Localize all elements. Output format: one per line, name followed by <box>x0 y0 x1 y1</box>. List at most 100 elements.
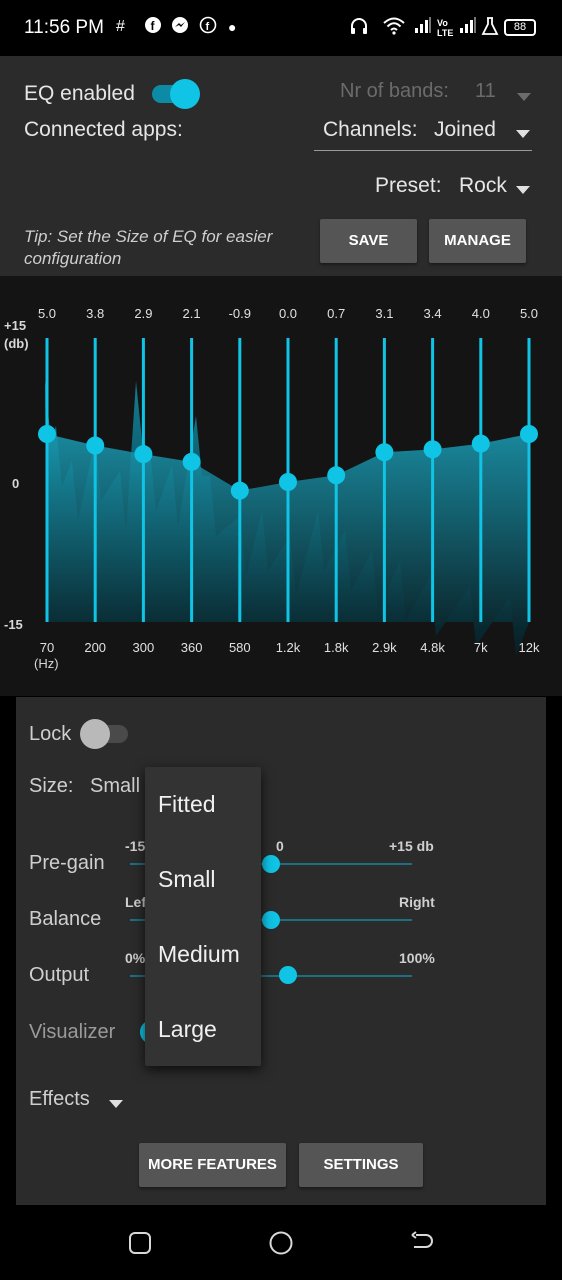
output-label: Output <box>29 964 90 986</box>
balance-slider-thumb[interactable] <box>262 911 280 929</box>
size-value[interactable]: Small <box>90 775 140 798</box>
eq-band-frequency-label: 300 <box>133 640 155 655</box>
back-icon[interactable] <box>408 1231 434 1255</box>
channels-chevron-down-icon[interactable] <box>516 125 530 143</box>
eq-band-frequency-label: 360 <box>181 640 203 655</box>
nr-of-bands-chevron-down-icon[interactable] <box>517 88 531 106</box>
eq-band-handle[interactable] <box>327 466 346 485</box>
size-option-small[interactable]: Small <box>158 866 216 893</box>
facebook-icon: f <box>144 16 162 41</box>
channels-label: Channels: <box>323 118 418 141</box>
eq-band-frequency-label: 1.8k <box>324 640 349 655</box>
y-axis-mid-label: 0 <box>12 476 19 491</box>
pregain-mid-label: 0 <box>276 838 284 854</box>
eq-band-handle[interactable] <box>375 443 394 462</box>
nr-of-bands-value[interactable]: 11 <box>475 80 496 103</box>
preset-label: Preset: <box>375 174 442 197</box>
eq-band-handle[interactable] <box>38 425 56 443</box>
eq-band-gain-label: 0.7 <box>327 306 345 321</box>
volte-icon: Vo LTE <box>437 18 454 38</box>
size-label: Size: <box>29 775 74 797</box>
hash-icon: # <box>116 18 125 35</box>
preset-value[interactable]: Rock <box>459 174 507 198</box>
save-button[interactable]: SAVE <box>320 219 417 263</box>
eq-enabled-toggle[interactable] <box>152 79 202 109</box>
eq-band-gain-label: 2.1 <box>183 306 201 321</box>
eq-band-handle[interactable] <box>86 436 105 455</box>
lock-label: Lock <box>29 723 72 745</box>
size-option-large[interactable]: Large <box>158 1016 217 1043</box>
output-max-label: 100% <box>399 950 435 966</box>
eq-band-handle[interactable] <box>182 452 201 471</box>
balance-label: Balance <box>29 908 102 930</box>
eq-band-gain-label: 5.0 <box>38 306 56 321</box>
controls-panel <box>16 697 546 1205</box>
eq-enabled-label: EQ enabled <box>24 82 135 105</box>
y-axis-top-label: +15 <box>4 318 26 333</box>
signal-icon <box>459 16 477 41</box>
pregain-slider-thumb[interactable] <box>262 855 280 873</box>
connected-apps-label[interactable]: Connected apps: <box>24 118 183 142</box>
eq-band-gain-label: 2.9 <box>134 306 152 321</box>
status-bar: 11:56 PM # f f ● Vo LTE 88 <box>0 0 562 56</box>
tip-text: Tip: Set the Size of EQ for easier confi… <box>24 227 273 268</box>
svg-text:f: f <box>206 21 210 33</box>
y-axis-unit-label: (db) <box>4 336 29 351</box>
channels-select-underline <box>314 150 532 151</box>
effects-chevron-down-icon[interactable] <box>109 1095 123 1113</box>
equalizer-graph: 5.0 70 3.8 200 2.9 300 2.1 360 -0.9 580 0.0 1.2k 0.7… <box>0 276 562 696</box>
eq-band-gain-label: 3.1 <box>375 306 393 321</box>
visualizer-label: Visualizer <box>29 1021 116 1043</box>
eq-band-gain-label: 5.0 <box>520 306 538 321</box>
x-axis-unit-label: (Hz) <box>34 656 59 671</box>
pregain-min-label: -15 <box>125 838 146 854</box>
eq-band-handle[interactable] <box>520 425 538 443</box>
flask-icon <box>481 16 499 43</box>
size-option-fitted[interactable]: Fitted <box>158 791 216 818</box>
effects-label[interactable]: Effects <box>29 1088 90 1111</box>
eq-band-frequency-label: 12k <box>519 640 540 655</box>
eq-band-handle[interactable] <box>471 434 490 453</box>
eq-band-frequency-label: 1.2k <box>276 640 301 655</box>
wifi-icon <box>383 16 405 43</box>
y-axis-bottom-label: -15 <box>4 617 23 632</box>
eq-band-handle[interactable] <box>230 481 249 500</box>
eq-band-frequency-label: 200 <box>84 640 106 655</box>
output-slider-thumb[interactable] <box>278 966 297 984</box>
pregain-label: Pre-gain <box>29 852 105 874</box>
navigation-bar <box>0 1205 562 1280</box>
lock-toggle[interactable] <box>80 719 130 749</box>
manage-button[interactable]: MANAGE <box>429 219 526 263</box>
eq-band-gain-label: 4.0 <box>472 306 490 321</box>
size-option-medium[interactable]: Medium <box>158 941 240 968</box>
eq-band-frequency-label: 7k <box>474 640 488 655</box>
nr-of-bands-label: Nr of bands: <box>340 80 449 102</box>
dot-icon: ● <box>228 19 237 35</box>
eq-band-frequency-label: 580 <box>229 640 251 655</box>
home-icon[interactable] <box>268 1230 294 1256</box>
eq-band-gain-label: 3.8 <box>86 306 104 321</box>
equalizer-svg: 5.0 70 3.8 200 2.9 300 2.1 360 -0.9 580 0.0 1.2k 0.7… <box>4 306 540 671</box>
recent-apps-icon[interactable] <box>128 1231 152 1255</box>
eq-band-gain-label: 3.4 <box>424 306 442 321</box>
settings-button[interactable]: SETTINGS <box>299 1143 423 1187</box>
more-features-button[interactable]: MORE FEATURES <box>139 1143 286 1187</box>
eq-band-handle[interactable] <box>134 445 153 464</box>
eq-band-handle[interactable] <box>279 473 297 491</box>
preset-chevron-down-icon[interactable] <box>516 181 530 199</box>
eq-band-handle[interactable] <box>423 440 442 459</box>
eq-band-gain-label: -0.9 <box>229 306 251 321</box>
eq-band-frequency-label: 4.8k <box>420 640 445 655</box>
eq-band-frequency-label: 70 <box>40 640 54 655</box>
battery-icon: 88 <box>504 19 536 36</box>
facebook-icon: f <box>199 16 217 41</box>
output-min-label: 0% <box>125 950 146 966</box>
status-time: 11:56 PM <box>24 17 104 38</box>
signal-icon <box>414 16 432 41</box>
channels-value[interactable]: Joined <box>434 118 496 142</box>
messenger-icon <box>171 16 189 41</box>
eq-band-gain-label: 0.0 <box>279 306 297 321</box>
balance-right-label: Right <box>399 894 435 910</box>
headphones-icon <box>349 16 369 43</box>
eq-band-frequency-label: 2.9k <box>372 640 397 655</box>
